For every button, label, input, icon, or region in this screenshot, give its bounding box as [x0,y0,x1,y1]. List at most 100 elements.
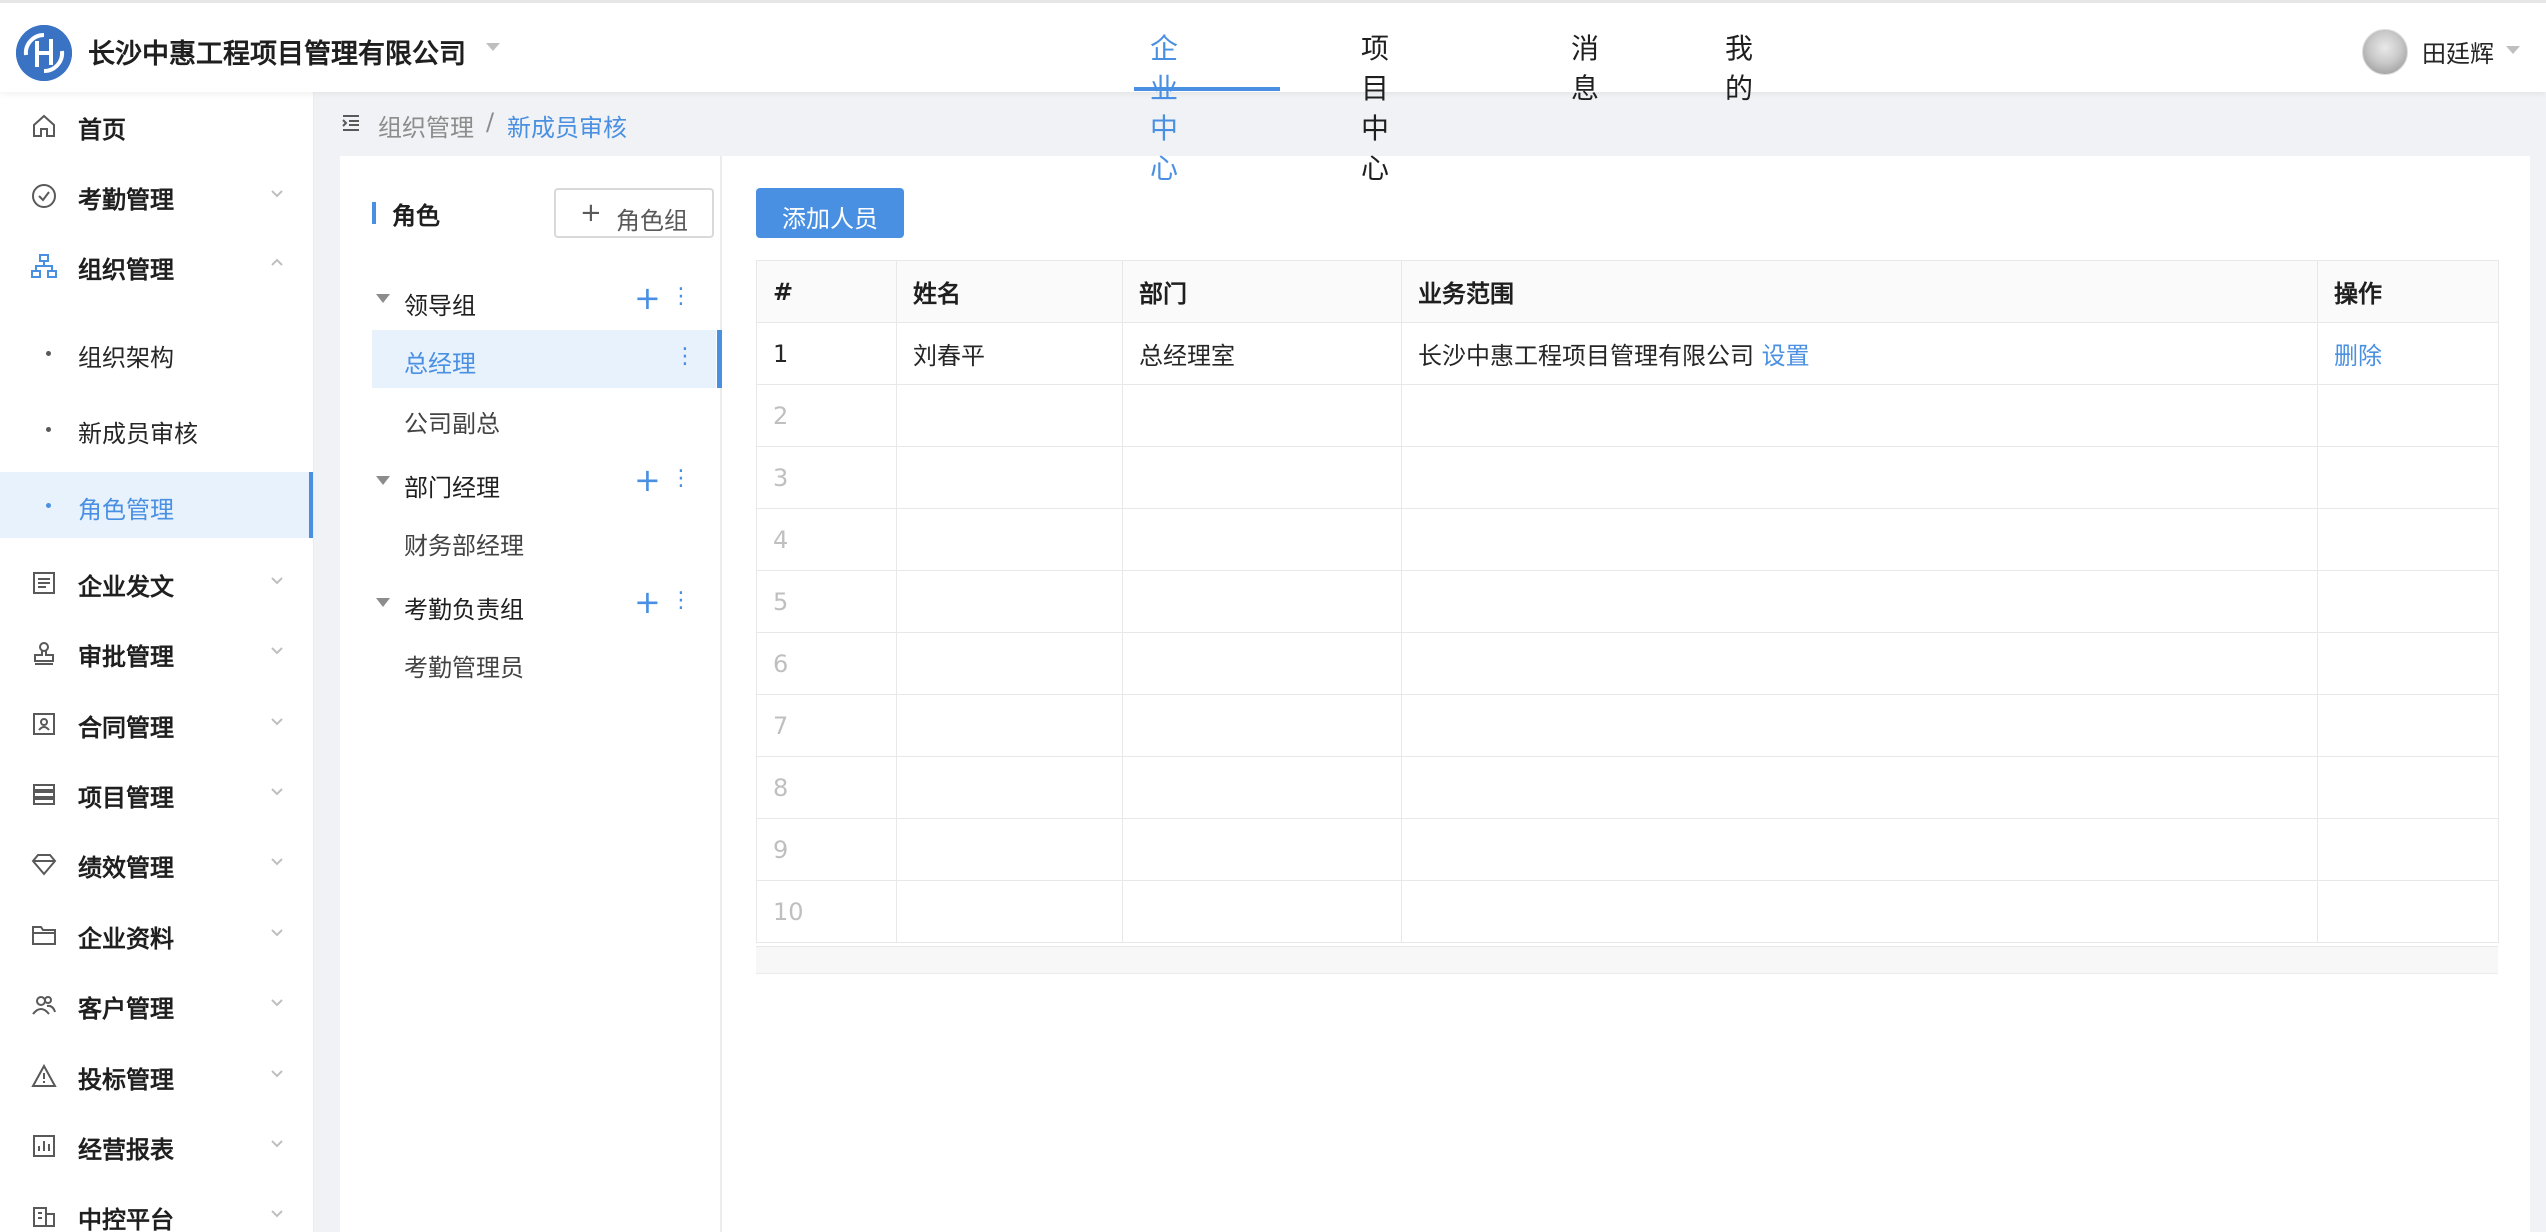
table-row: 10 [756,880,2499,943]
caret-down-icon[interactable] [376,476,390,485]
sidebar-item-label: 项目管理 [78,784,174,812]
menu-fold-icon[interactable] [340,112,362,134]
table-row: 3 [756,446,2499,509]
breadcrumb-parent[interactable]: 组织管理 [378,108,474,143]
sidebar-item-company-files[interactable]: 企业资料 [0,901,313,967]
user-name[interactable]: 田廷辉 [2422,34,2494,69]
column-header-index: # [756,260,897,323]
plus-icon: + [580,198,602,228]
nav-project-center[interactable]: 项目中心 [1361,27,1389,187]
user-avatar[interactable] [2362,29,2408,75]
sidebar-item-label: 合同管理 [78,714,174,742]
diamond-icon [30,850,58,878]
cell-department: 总经理室 [1122,322,1402,385]
list-icon [30,780,58,808]
sidebar-item-label: 审批管理 [78,643,174,671]
home-icon [30,112,58,140]
role-group-leadership[interactable]: 领导组 + ⋮ [372,276,708,326]
sidebar-item-bidding[interactable]: 投标管理 [0,1042,313,1108]
add-person-button[interactable]: 添加人员 [756,188,904,238]
nav-enterprise-center[interactable]: 企业中心 [1150,27,1178,187]
nav-mine[interactable]: 我的 [1725,27,1753,107]
company-name[interactable]: 长沙中惠工程项目管理有限公司 [88,32,466,71]
caret-down-icon[interactable] [376,598,390,607]
cell-name: 刘春平 [896,322,1123,385]
cell-index: 10 [756,880,897,943]
sidebar-item-reports[interactable]: 经营报表 [0,1112,313,1178]
breadcrumb-separator: / [486,108,495,136]
role-group-label: 部门经理 [404,474,500,502]
role-panel: 角色 + 角色组 领导组 + ⋮ 总经理 ⋮ 公司副总 部门经理 + ⋮ 财务部 [340,156,722,1232]
sidebar-item-organization[interactable]: 组织管理 [0,232,313,298]
cell-index: 8 [756,756,897,819]
add-person-label: 添加人员 [782,205,878,233]
bullet-dot [46,351,51,356]
role-group-label: 领导组 [404,292,476,320]
company-caret-icon[interactable] [486,43,500,51]
table-row: 6 [756,632,2499,695]
add-role-icon[interactable]: + [634,584,661,620]
role-item-general-manager[interactable]: 总经理 ⋮ [372,330,722,388]
sidebar-item-approval[interactable]: 审批管理 [0,619,313,685]
caret-down-icon[interactable] [376,294,390,303]
role-item-label: 总经理 [404,350,476,378]
sidebar-item-label: 中控平台 [78,1206,174,1232]
chevron-down-icon [268,571,286,589]
table-footer [756,946,2498,974]
add-role-icon[interactable]: + [634,280,661,316]
warning-icon [30,1062,58,1090]
delete-link[interactable]: 删除 [2334,342,2382,370]
building-icon [30,1202,58,1230]
column-header-department: 部门 [1122,260,1402,323]
chevron-down-icon [268,852,286,870]
sidebar-item-label: 考勤管理 [78,186,174,214]
sidebar-item-control-platform[interactable]: 中控平台 [0,1182,313,1232]
role-item-attendance-admin[interactable]: 考勤管理员 [372,634,716,692]
sidebar-item-label: 首页 [78,116,126,144]
document-icon [30,569,58,597]
chevron-down-icon [268,923,286,941]
table-row: 4 [756,508,2499,571]
table-row: 7 [756,694,2499,757]
sidebar-item-documents[interactable]: 企业发文 [0,549,313,615]
more-vertical-icon[interactable]: ⋮ [674,344,696,369]
chevron-down-icon [268,712,286,730]
sidebar-subitem-org-structure[interactable]: 组织架构 [0,320,313,386]
cell-index: 7 [756,694,897,757]
role-group-attendance[interactable]: 考勤负责组 + ⋮ [372,580,708,630]
table-header-row: # 姓名 部门 业务范围 操作 [756,260,2499,323]
sidebar-item-attendance[interactable]: 考勤管理 [0,162,313,228]
role-item-vice-president[interactable]: 公司副总 [372,390,716,448]
nav-messages[interactable]: 消息 [1571,27,1599,107]
user-menu-caret-icon[interactable] [2506,46,2520,54]
scope-settings-link[interactable]: 设置 [1762,342,1810,370]
role-item-finance-manager[interactable]: 财务部经理 [372,512,716,570]
users-icon [30,991,58,1019]
sidebar-item-performance[interactable]: 绩效管理 [0,830,313,896]
sidebar-item-contracts[interactable]: 合同管理 [0,690,313,756]
sidebar-subitem-role-management[interactable]: 角色管理 [0,472,313,538]
role-panel-title: 角色 [392,202,440,230]
sidebar-subitem-new-member-review[interactable]: 新成员审核 [0,396,313,462]
column-header-scope: 业务范围 [1401,260,2318,323]
role-item-label: 考勤管理员 [404,654,524,682]
cell-index: 6 [756,632,897,695]
add-role-group-label: 角色组 [616,207,688,235]
sidebar-item-projects[interactable]: 项目管理 [0,760,313,826]
sidebar-item-customers[interactable]: 客户管理 [0,971,313,1037]
more-vertical-icon[interactable]: ⋮ [670,284,692,309]
role-group-department-managers[interactable]: 部门经理 + ⋮ [372,458,708,508]
table-row: 2 [756,384,2499,447]
scope-text: 长沙中惠工程项目管理有限公司 [1418,342,1754,370]
sidebar-item-home[interactable]: 首页 [0,92,313,158]
add-role-icon[interactable]: + [634,462,661,498]
sidebar-item-label: 企业资料 [78,925,174,953]
sidebar-item-label: 企业发文 [78,573,174,601]
more-vertical-icon[interactable]: ⋮ [670,588,692,613]
cell-index: 5 [756,570,897,633]
add-role-group-button[interactable]: + 角色组 [554,188,714,238]
company-logo-icon[interactable] [16,25,72,81]
nav-active-indicator [1134,87,1280,91]
more-vertical-icon[interactable]: ⋮ [670,466,692,491]
sidebar: 首页 考勤管理 组织管理 组织架构 新成员审核 角色管理 企业发文 审批管理 合… [0,92,314,1232]
